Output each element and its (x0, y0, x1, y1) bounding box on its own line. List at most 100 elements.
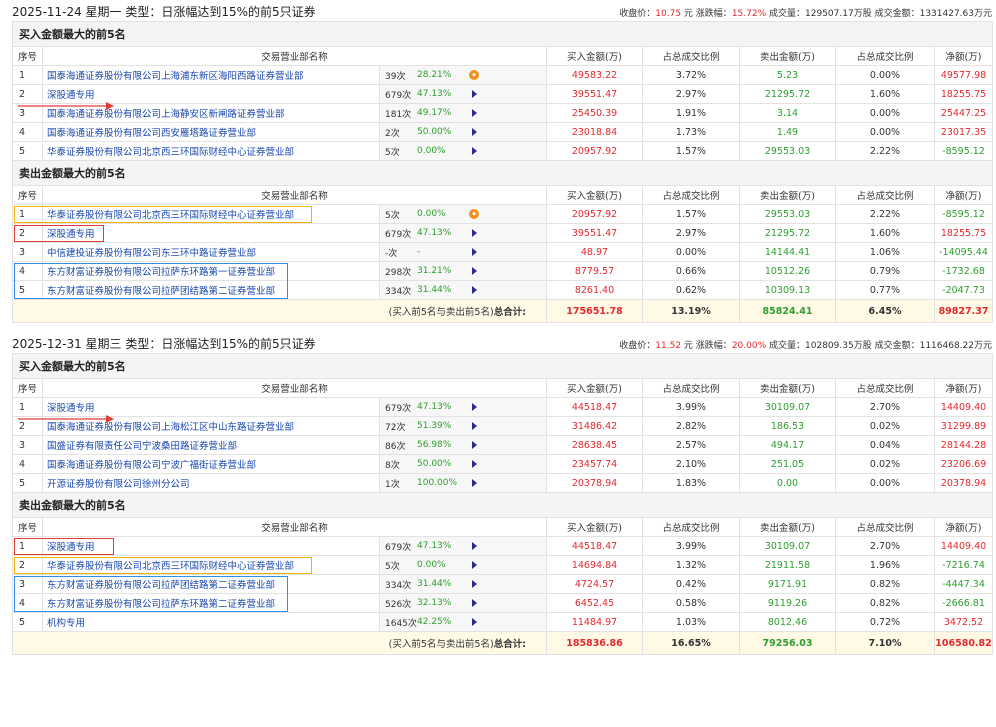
expand-arrow-icon (471, 403, 477, 411)
seat-row[interactable]: 4 国泰海通证券股份有限公司西安雁塔路证券营业部 2次 50.00% 23018.84 1… (12, 122, 994, 142)
seat-row[interactable]: 1 华泰证券股份有限公司北京西三环国际财经中心证券营业部 5次 0.00% ◆ 20957… (12, 204, 994, 224)
seat-history-cell[interactable]: 39次 28.21% ◆ (379, 65, 547, 85)
seat-name-link[interactable]: 东方财富证券股份有限公司拉萨团结路第二证券营业部 (42, 574, 380, 594)
triangle-right-icon[interactable] (469, 402, 479, 412)
amount-label: 成交金额： (874, 341, 920, 351)
seat-history-cell[interactable]: -次 - (379, 242, 547, 262)
seat-row[interactable]: 3 中信建投证券股份有限公司东三环中路证券营业部 -次 - 48.97 0.00% 1414… (12, 242, 994, 262)
triangle-right-icon[interactable] (469, 146, 479, 156)
column-header-row: 序号 交易营业部名称 买入金额(万) 占总成交比例 卖出金额(万) 占总成交比例 净额(万) (12, 378, 994, 398)
seat-history-cell[interactable]: 8次 50.00% (379, 454, 547, 474)
seat-history-cell[interactable]: 5次 0.00% (379, 141, 547, 161)
seat-row[interactable]: 4 国泰海通证券股份有限公司宁波广福街证券营业部 8次 50.00% 23457.74 2… (12, 454, 994, 474)
buy-section-title: 买入金额最大的前5名 (11, 353, 994, 379)
triangle-right-icon[interactable] (469, 598, 479, 608)
seat-row[interactable]: 1 深股通专用 679次 47.13% 44518.47 3.99% 30109.07 2.7… (12, 397, 994, 417)
seat-name-link[interactable]: 国泰海通证券股份有限公司上海静安区新闸路证券营业部 (42, 103, 380, 123)
triangle-right-icon[interactable] (469, 127, 479, 137)
seat-row[interactable]: 4 东方财富证券股份有限公司拉萨东环路第二证券营业部 526次 32.13% 6452.… (12, 593, 994, 613)
seat-history-cell[interactable]: 679次 47.13% (379, 84, 547, 104)
buy-amount: 14694.84 (546, 555, 643, 575)
seat-name-link[interactable]: 机构专用 (42, 612, 380, 632)
seat-name-link[interactable]: 国泰海通证券股份有限公司西安雁塔路证券营业部 (42, 122, 380, 142)
triangle-right-icon[interactable] (469, 108, 479, 118)
seat-name-link[interactable]: 东方财富证券股份有限公司拉萨东环路第一证券营业部 (42, 261, 380, 281)
seat-name-link[interactable]: 国泰海通证券股份有限公司上海浦东新区海阳西路证券营业部 (42, 65, 380, 85)
seat-name-link[interactable]: 国泰海通证券股份有限公司上海松江区中山东路证券营业部 (42, 416, 380, 436)
seat-name-link[interactable]: 深股通专用 (42, 536, 380, 556)
seat-row[interactable]: 5 开源证券股份有限公司徐州分公司 1次 100.00% 20378.94 1.83% 0.… (12, 473, 994, 493)
seat-row[interactable]: 4 东方财富证券股份有限公司拉萨东环路第一证券营业部 298次 31.21% 8779.… (12, 261, 994, 281)
triangle-right-icon[interactable] (469, 579, 479, 589)
block-gap (0, 323, 996, 332)
seat-row[interactable]: 3 国泰海通证券股份有限公司上海静安区新闸路证券营业部 181次 49.17% 2545… (12, 103, 994, 123)
seat-name-link[interactable]: 国盛证券有限责任公司宁波桑田路证券营业部 (42, 435, 380, 455)
orange-dot-icon[interactable]: ◆ (469, 209, 479, 219)
seat-row[interactable]: 1 国泰海通证券股份有限公司上海浦东新区海阳西路证券营业部 39次 28.21% ◆ 49… (12, 65, 994, 85)
seat-row[interactable]: 2 国泰海通证券股份有限公司上海松江区中山东路证券营业部 72次 51.39% 3148… (12, 416, 994, 436)
triangle-right-icon[interactable] (469, 478, 479, 488)
seat-history-cell[interactable]: 1645次 42.25% (379, 612, 547, 632)
seat-row[interactable]: 3 东方财富证券股份有限公司拉萨团结路第二证券营业部 334次 31.44% 4724.… (12, 574, 994, 594)
seat-name-link[interactable]: 深股通专用 (42, 223, 380, 243)
triangle-right-icon[interactable] (469, 617, 479, 627)
seat-row[interactable]: 3 国盛证券有限责任公司宁波桑田路证券营业部 86次 56.98% 28638.45 2.… (12, 435, 994, 455)
triangle-right-icon[interactable] (469, 459, 479, 469)
seat-history-cell[interactable]: 1次 100.00% (379, 473, 547, 493)
triangle-right-icon[interactable] (469, 285, 479, 295)
seat-name-link[interactable]: 国泰海通证券股份有限公司宁波广福街证券营业部 (42, 454, 380, 474)
seat-name-link[interactable]: 深股通专用 (42, 84, 380, 104)
seat-name-link[interactable]: 华泰证券股份有限公司北京西三环国际财经中心证券营业部 (42, 555, 380, 575)
seat-name-link[interactable]: 华泰证券股份有限公司北京西三环国际财经中心证券营业部 (42, 204, 380, 224)
seat-row[interactable]: 5 东方财富证券股份有限公司拉萨团结路第二证券营业部 334次 31.44% 8261.… (12, 280, 994, 300)
col-header-4: 卖出金额(万) (739, 517, 836, 537)
seat-name-link[interactable]: 开源证券股份有限公司徐州分公司 (42, 473, 380, 493)
expand-arrow-icon (471, 128, 477, 136)
close-value: 11.52 (655, 341, 682, 351)
triangle-right-icon[interactable] (469, 266, 479, 276)
col-header-4: 卖出金额(万) (739, 185, 836, 205)
seat-row[interactable]: 5 华泰证券股份有限公司北京西三环国际财经中心证券营业部 5次 0.00% 20957.… (12, 141, 994, 161)
seat-history-cell[interactable]: 526次 32.13% (379, 593, 547, 613)
seat-history-cell[interactable]: 5次 0.00% ◆ (379, 204, 547, 224)
sell-amount: 10309.13 (739, 280, 836, 300)
col-header-seat: 交易营业部名称 (42, 378, 547, 398)
seat-history-cell[interactable]: 679次 47.13% (379, 397, 547, 417)
seat-name-link[interactable]: 东方财富证券股份有限公司拉萨东环路第二证券营业部 (42, 593, 380, 613)
sell-ratio: 2.70% (835, 397, 935, 417)
triangle-right-icon[interactable] (469, 228, 479, 238)
triangle-right-icon[interactable] (469, 560, 479, 570)
row-index: 2 (12, 84, 43, 104)
orange-dot-icon[interactable]: ◆ (469, 70, 479, 80)
seat-row[interactable]: 5 机构专用 1645次 42.25% 11484.97 1.03% 8012.46 0.72… (12, 612, 994, 632)
seat-history-cell[interactable]: 72次 51.39% (379, 416, 547, 436)
seat-name-link[interactable]: 东方财富证券股份有限公司拉萨团结路第二证券营业部 (42, 280, 380, 300)
seat-name-link[interactable]: 深股通专用 (42, 397, 380, 417)
win-rate: 28.21% (417, 70, 452, 80)
seat-history-cell[interactable]: 334次 31.44% (379, 574, 547, 594)
seat-name-link[interactable]: 华泰证券股份有限公司北京西三环国际财经中心证券营业部 (42, 141, 380, 161)
seat-row[interactable]: 2 华泰证券股份有限公司北京西三环国际财经中心证券营业部 5次 0.00% 14694.… (12, 555, 994, 575)
seat-name-link[interactable]: 中信建投证券股份有限公司东三环中路证券营业部 (42, 242, 380, 262)
seat-history-cell[interactable]: 298次 31.21% (379, 261, 547, 281)
seat-row[interactable]: 2 深股通专用 679次 47.13% 39551.47 2.97% 21295.72 1.6… (12, 84, 994, 104)
seat-history-cell[interactable]: 679次 47.13% (379, 223, 547, 243)
triangle-right-icon[interactable] (469, 421, 479, 431)
seat-history-cell[interactable]: 679次 47.13% (379, 536, 547, 556)
seat-row[interactable]: 1 深股通专用 679次 47.13% 44518.47 3.99% 30109.07 2.7… (12, 536, 994, 556)
seat-history-cell[interactable]: 5次 0.00% (379, 555, 547, 575)
col-header-2: 买入金额(万) (546, 378, 643, 398)
triangle-right-icon[interactable] (469, 440, 479, 450)
volume-label: 成交量： (769, 9, 806, 19)
total-label: (买入前5名与卖出前5名)总合计: (12, 299, 547, 323)
seat-row[interactable]: 2 深股通专用 679次 47.13% 39551.47 2.97% 21295.72 1.6… (12, 223, 994, 243)
triangle-right-icon[interactable] (469, 541, 479, 551)
net-amount: 3472.52 (933, 612, 994, 632)
seat-history-cell[interactable]: 2次 50.00% (379, 122, 547, 142)
seat-history-cell[interactable]: 86次 56.98% (379, 435, 547, 455)
triangle-right-icon[interactable] (469, 89, 479, 99)
seat-history-cell[interactable]: 181次 49.17% (379, 103, 547, 123)
seat-history-cell[interactable]: 334次 31.44% (379, 280, 547, 300)
triangle-right-icon[interactable] (469, 247, 479, 257)
appearance-count: 334次 (385, 580, 412, 591)
